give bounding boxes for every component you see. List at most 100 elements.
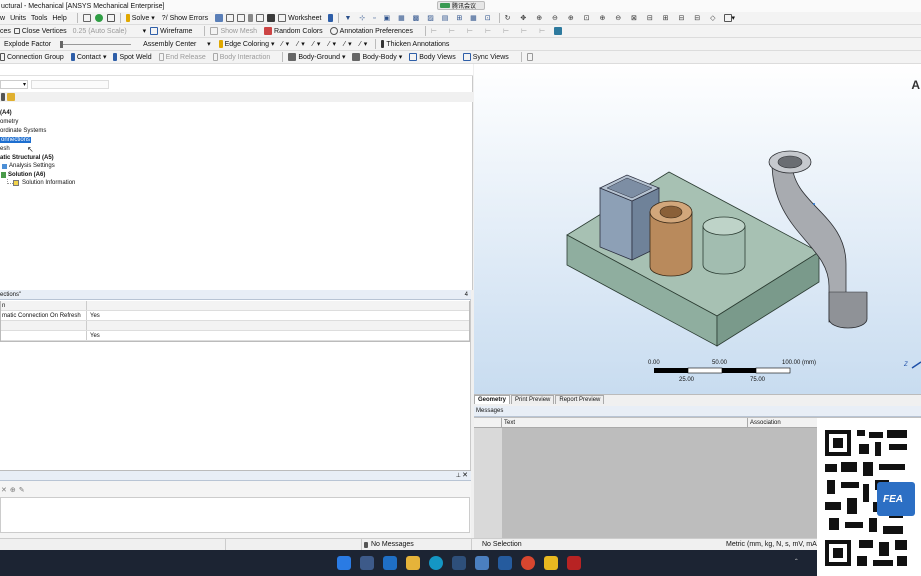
export-icon[interactable]: [554, 27, 563, 35]
app-icon-active[interactable]: [475, 556, 489, 570]
layout-icon[interactable]: [267, 14, 276, 22]
start-icon[interactable]: [337, 556, 351, 570]
worksheet-button[interactable]: Worksheet: [278, 14, 321, 22]
chevron-down-icon[interactable]: ▾: [732, 14, 736, 22]
menu-item-units[interactable]: Units: [10, 15, 26, 22]
tree-node-geometry[interactable]: ometry: [0, 119, 18, 125]
explode-factor-slider[interactable]: [60, 40, 132, 48]
solid-cylinder-top: [702, 216, 746, 236]
tree-node-mesh[interactable]: esh: [0, 146, 10, 152]
connection-group-button[interactable]: Connection Group: [0, 53, 64, 61]
slider-handle[interactable]: [60, 40, 64, 48]
delete-icon[interactable]: ✕: [1, 486, 7, 494]
chevron-down-icon[interactable]: ▾: [271, 40, 275, 48]
edge-style-icons[interactable]: ⁄▾ ⁄▾ ⁄▾ ⁄▾ ⁄▾ ⁄▾: [282, 40, 371, 48]
table-icon[interactable]: [82, 14, 91, 22]
body-ground-button[interactable]: Body-Ground ▾: [288, 53, 345, 61]
grid-icon[interactable]: [226, 14, 235, 22]
mechanical-app-icon[interactable]: [567, 556, 581, 570]
tree-search-input[interactable]: [31, 80, 109, 89]
wireframe-button[interactable]: Wireframe: [150, 27, 192, 35]
details-row-auto-connection[interactable]: matic Connection On Refresh Yes: [1, 311, 469, 321]
mail-icon[interactable]: [383, 556, 397, 570]
model-geometry[interactable]: [474, 64, 921, 394]
file-explorer-icon[interactable]: [406, 556, 420, 570]
menu-item-view[interactable]: w: [0, 15, 5, 22]
tree-node-coordinate-systems[interactable]: ordinate Systems: [0, 128, 46, 134]
window-layout-icon[interactable]: [723, 14, 732, 22]
toolbar-connections: Connection Group Contact ▾ Spot Weld End…: [0, 51, 921, 64]
tree-filter-select[interactable]: ▾: [0, 80, 28, 89]
shape-icon[interactable]: [248, 14, 254, 22]
app-icon[interactable]: [452, 556, 466, 570]
pin-icon[interactable]: [526, 53, 533, 61]
chevron-down-icon[interactable]: ▾: [143, 27, 147, 35]
details-pin-icon[interactable]: 4: [465, 292, 468, 298]
tray-chevron-icon[interactable]: ˆ: [795, 558, 798, 567]
status-messages[interactable]: No Messages: [371, 541, 471, 548]
chevron-down-icon[interactable]: ▾: [399, 53, 403, 61]
column-header-text[interactable]: Text: [502, 418, 748, 427]
tree-node-solution[interactable]: Solution (A6): [8, 172, 45, 178]
solve-button[interactable]: Solve ▾: [125, 14, 155, 22]
tab-report-preview[interactable]: Report Preview: [555, 395, 605, 404]
graphics-viewport[interactable]: A 0.00 50.00 100.00 (mm) 25.00 75.00 Z: [474, 64, 921, 394]
folder-icon[interactable]: [7, 93, 15, 101]
copper-cylinder-hole: [659, 205, 683, 219]
body-interaction-button[interactable]: Body Interaction: [212, 53, 270, 61]
meeting-badge[interactable]: 腾讯会议: [437, 1, 485, 10]
select-mode-icons[interactable]: ▼ ⊹ ▫ ▣ ▦ ▩ ▨ ▤ ⊞ ▦ ⊡: [344, 14, 493, 22]
menu-item-tools[interactable]: Tools: [31, 15, 47, 22]
edge-browser-icon[interactable]: [429, 556, 443, 570]
chrome-icon[interactable]: [521, 556, 535, 570]
collapse-icon[interactable]: [1, 93, 5, 101]
edit-icon[interactable]: ✎: [19, 486, 25, 494]
chevron-down-icon[interactable]: ▾: [342, 53, 346, 61]
chevron-down-icon[interactable]: ▾: [207, 40, 211, 48]
tree-node-analysis-settings[interactable]: Analysis Settings: [9, 163, 55, 169]
chevron-down-icon[interactable]: ▾: [151, 14, 155, 22]
annotation-preferences-button[interactable]: Annotation Preferences: [329, 27, 413, 35]
ansys-icon[interactable]: [544, 556, 558, 570]
thicken-annotations-button[interactable]: Thicken Annotations: [381, 40, 449, 48]
close-icon[interactable]: ✕: [462, 471, 468, 479]
tab-print-preview[interactable]: Print Preview: [511, 395, 555, 404]
result-toolbar-icons[interactable]: ⊢ ⊢ ⊢ ⊢ ⊢ ⊢ ⊢: [431, 27, 550, 35]
show-errors-button[interactable]: ?/ Show Errors: [162, 15, 208, 22]
cursor-plus-icon[interactable]: [106, 14, 115, 22]
app-icon[interactable]: [498, 556, 512, 570]
menu-item-help[interactable]: Help: [52, 15, 66, 22]
details-row[interactable]: [1, 321, 469, 331]
chevron-down-icon[interactable]: ▾: [103, 53, 107, 61]
move-icon[interactable]: ⊕: [10, 486, 16, 494]
tree-node-connections[interactable]: onnections: [0, 137, 32, 143]
random-colors-button[interactable]: Random Colors: [264, 27, 323, 35]
pin-icon[interactable]: ⊥: [456, 472, 461, 479]
assembly-center-select[interactable]: Assembly Center: [143, 41, 207, 48]
tab-geometry[interactable]: Geometry: [474, 395, 511, 404]
end-release-button[interactable]: End Release: [158, 53, 206, 61]
lock-icon[interactable]: [237, 14, 246, 22]
refresh-icon[interactable]: [94, 14, 103, 22]
body-body-button[interactable]: Body-Body ▾: [352, 53, 402, 61]
image-icon[interactable]: [215, 14, 224, 22]
widgets-icon[interactable]: [360, 556, 374, 570]
spot-weld-button[interactable]: Spot Weld: [113, 53, 152, 61]
tree-node-static-structural[interactable]: atic Structural (A5): [0, 155, 54, 161]
annotation-icon[interactable]: [256, 14, 265, 22]
column-header-association[interactable]: Association: [748, 420, 781, 426]
edge-coloring-button[interactable]: Edge Coloring ▾: [218, 40, 275, 48]
tree-node-model[interactable]: (A4): [0, 110, 12, 116]
auto-scale-field[interactable]: 0.25 (Auto Scale): [73, 28, 143, 35]
details-row[interactable]: n: [1, 301, 469, 311]
contact-button[interactable]: Contact ▾: [70, 53, 107, 61]
body-views-button[interactable]: Body Views: [409, 53, 456, 61]
details-row[interactable]: Yes: [1, 331, 469, 341]
view-rotate-icons[interactable]: ↻ ✥ ⊕ ⊖ ⊕ ⊡ ⊕ ⊖ ⊠ ⊟ ⊞ ⊟ ⊟ ◇: [505, 14, 720, 22]
flag-icon[interactable]: [328, 14, 334, 22]
tree-node-solution-information[interactable]: Solution Information: [22, 180, 75, 186]
close-vertices-button[interactable]: Close Vertices: [22, 28, 67, 35]
show-mesh-button[interactable]: Show Mesh: [210, 27, 257, 35]
status-units[interactable]: Metric (mm, kg, N, s, mV, mA): [726, 541, 819, 548]
sync-views-button[interactable]: Sync Views: [462, 53, 509, 61]
